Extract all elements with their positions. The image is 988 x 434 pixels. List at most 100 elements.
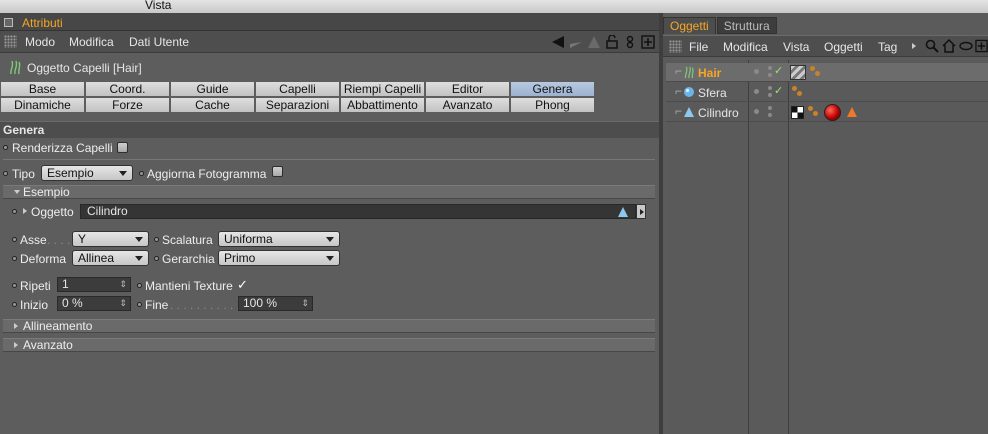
link-arrow-button[interactable]: [636, 204, 646, 219]
object-row-sfera[interactable]: ⌐ Sfera ✓: [666, 83, 988, 102]
menu-file[interactable]: File: [689, 40, 708, 54]
orange-triangle-tag-icon[interactable]: [846, 106, 858, 118]
hair-object-icon: [10, 60, 21, 75]
up-arrow-icon[interactable]: [587, 35, 601, 49]
render-visibility-dot[interactable]: [768, 106, 772, 110]
allineamento-group-header[interactable]: Allineamento: [3, 319, 655, 333]
animation-dot-icon[interactable]: [12, 283, 17, 288]
ripeti-input[interactable]: 1: [57, 277, 131, 292]
editor-visibility-dot[interactable]: [754, 109, 759, 114]
tab-riempi-capelli[interactable]: Riempi Capelli: [340, 81, 425, 97]
menu-modifica[interactable]: Modifica: [69, 35, 114, 49]
avanzato-group-header[interactable]: Avanzato: [3, 338, 655, 352]
tab-coord[interactable]: Coord.: [85, 81, 170, 97]
inizio-input[interactable]: 0 %: [57, 296, 131, 311]
grip-icon[interactable]: [669, 40, 682, 53]
section-header-genera: Genera: [0, 121, 659, 138]
tab-dinamiche[interactable]: Dinamiche: [0, 97, 85, 113]
tipo-select[interactable]: Esempio: [41, 165, 133, 181]
oggetto-link-field[interactable]: Cilindro: [80, 204, 636, 219]
render-visibility-dot[interactable]: [768, 93, 772, 97]
animation-dot-icon[interactable]: [12, 237, 17, 242]
expand-triangle-icon[interactable]: [14, 190, 20, 194]
gerarchia-select[interactable]: Primo: [218, 250, 340, 266]
mantieni-checkbox[interactable]: ✓: [237, 277, 248, 293]
menu-modo[interactable]: Modo: [25, 35, 55, 49]
hair-material-tag-icon[interactable]: [790, 65, 806, 80]
tab-forze[interactable]: Forze: [85, 97, 170, 113]
tab-oggetti[interactable]: Oggetti: [663, 17, 716, 34]
home-icon[interactable]: [942, 39, 956, 53]
new-panel-icon[interactable]: [975, 39, 988, 53]
tipo-label: Tipo: [12, 167, 35, 181]
animation-dot-icon[interactable]: [137, 302, 142, 307]
tab-base[interactable]: Base: [0, 81, 85, 97]
render-visibility-dot[interactable]: [768, 113, 772, 117]
link-icon[interactable]: [623, 35, 637, 49]
animation-dot-icon[interactable]: [3, 145, 8, 150]
red-material-tag-icon[interactable]: [824, 104, 841, 121]
editor-visibility-dot[interactable]: [754, 69, 759, 74]
object-name[interactable]: Cilindro: [698, 106, 739, 120]
menu-vista[interactable]: Vista: [783, 40, 809, 54]
esempio-group-header[interactable]: Esempio: [3, 185, 655, 199]
collapse-triangle-icon[interactable]: [14, 342, 18, 348]
render-visibility-dot[interactable]: [768, 73, 772, 77]
collapse-triangle-icon[interactable]: [14, 323, 18, 329]
aggiorna-checkbox[interactable]: [272, 166, 283, 177]
new-panel-icon[interactable]: [641, 35, 655, 49]
back-arrow-icon[interactable]: [551, 35, 565, 49]
material-tag-icon[interactable]: [810, 66, 822, 78]
animation-dot-icon[interactable]: [12, 209, 17, 214]
tab-phong[interactable]: Phong: [510, 97, 595, 113]
object-row-cilindro[interactable]: ⌐ Cilindro: [666, 103, 988, 122]
render-visibility-dot[interactable]: [768, 86, 772, 90]
tab-avanzato[interactable]: Avanzato: [425, 97, 510, 113]
more-menu-arrow-icon[interactable]: [912, 43, 916, 49]
tab-genera[interactable]: Genera: [510, 81, 595, 97]
animation-dot-icon[interactable]: [139, 171, 144, 176]
uvw-tag-icon[interactable]: [791, 106, 804, 119]
renderizza-checkbox[interactable]: [117, 142, 128, 153]
object-title: Oggetto Capelli [Hair]: [27, 61, 142, 75]
forward-arrow-icon[interactable]: [569, 35, 583, 49]
menu-dati-utente[interactable]: Dati Utente: [129, 35, 189, 49]
object-row-hair[interactable]: ⌐ Hair ✓: [666, 63, 988, 82]
animation-dot-icon[interactable]: [12, 256, 17, 261]
material-tag-icon[interactable]: [792, 86, 804, 98]
asse-select[interactable]: Y: [72, 231, 149, 247]
tab-guide[interactable]: Guide: [170, 81, 255, 97]
render-visibility-dot[interactable]: [768, 66, 772, 70]
gerarchia-label: Gerarchia: [162, 252, 215, 266]
collapse-triangle-icon[interactable]: [23, 208, 27, 214]
enabled-check-icon[interactable]: ✓: [774, 64, 783, 77]
object-name[interactable]: Sfera: [698, 86, 727, 100]
material-tag-icon[interactable]: [808, 106, 820, 118]
tab-editor[interactable]: Editor: [425, 81, 510, 97]
tab-cache[interactable]: Cache: [170, 97, 255, 113]
search-icon[interactable]: [925, 39, 939, 53]
menu-vista[interactable]: Vista: [145, 0, 171, 11]
panel-menu-icon[interactable]: [4, 18, 13, 27]
deforma-select[interactable]: Allinea: [72, 250, 149, 266]
lock-icon[interactable]: [605, 35, 619, 49]
animation-dot-icon[interactable]: [154, 237, 159, 242]
eye-icon[interactable]: [959, 40, 973, 52]
tab-struttura[interactable]: Struttura: [716, 17, 777, 34]
scalatura-select[interactable]: Uniforma: [218, 231, 340, 247]
animation-dot-icon[interactable]: [3, 171, 8, 176]
menu-tag[interactable]: Tag: [878, 40, 897, 54]
object-name[interactable]: Hair: [698, 66, 721, 80]
animation-dot-icon[interactable]: [12, 302, 17, 307]
editor-visibility-dot[interactable]: [754, 89, 759, 94]
grip-icon[interactable]: [4, 35, 17, 48]
fine-input[interactable]: 100 %: [238, 296, 313, 311]
animation-dot-icon[interactable]: [137, 283, 142, 288]
tab-abbattimento[interactable]: Abbattimento: [340, 97, 425, 113]
menu-oggetti[interactable]: Oggetti: [824, 40, 863, 54]
animation-dot-icon[interactable]: [154, 256, 159, 261]
menu-modifica[interactable]: Modifica: [723, 40, 768, 54]
enabled-check-icon[interactable]: ✓: [774, 84, 783, 97]
tab-separazioni[interactable]: Separazioni: [255, 97, 340, 113]
tab-capelli[interactable]: Capelli: [255, 81, 340, 97]
